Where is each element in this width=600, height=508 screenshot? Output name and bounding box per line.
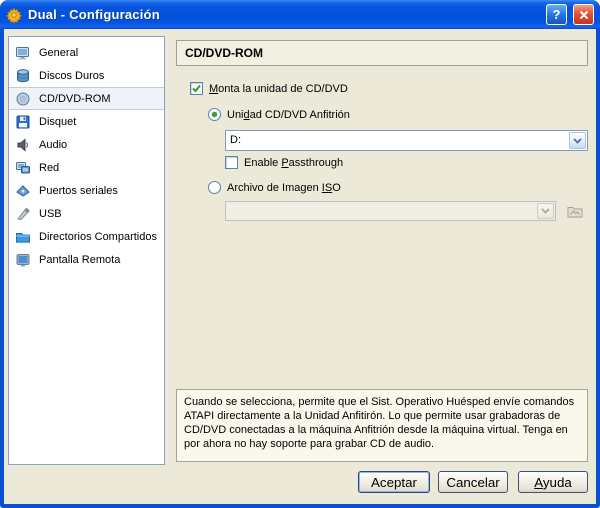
sidebar-item-directorios-compartidos[interactable]: Directorios Compartidos (9, 225, 164, 248)
floppy-icon (15, 114, 31, 130)
host-drive-row: Unidad CD/DVD Anfitrión (208, 108, 350, 121)
chevron-down-icon (573, 138, 582, 144)
sidebar-item-label: Directorios Compartidos (39, 231, 157, 243)
sidebar-item-label: Red (39, 162, 59, 174)
hard-disks-icon (15, 68, 31, 84)
iso-image-radio[interactable] (208, 181, 221, 194)
settings-dialog: Dual - Configuración ? General Discos Du… (0, 0, 600, 508)
host-drive-dropdown-button[interactable] (569, 132, 586, 149)
chevron-down-icon (541, 208, 550, 214)
sidebar-item-red[interactable]: Red (9, 156, 164, 179)
host-drive-radio[interactable] (208, 108, 221, 121)
host-drive-combobox[interactable]: D: (225, 130, 588, 151)
sidebar-item-pantalla-remota[interactable]: Pantalla Remota (9, 248, 164, 271)
network-icon (15, 160, 31, 176)
sidebar-item-discos-duros[interactable]: Discos Duros (9, 64, 164, 87)
cancel-button[interactable]: Cancelar (438, 471, 508, 493)
select-iso-button[interactable] (564, 200, 586, 221)
sidebar-item-puertos-seriales[interactable]: Puertos seriales (9, 179, 164, 202)
sidebar-item-general[interactable]: General (9, 41, 164, 64)
passthrough-row: Enable Passthrough (225, 156, 343, 169)
sidebar-item-label: Pantalla Remota (39, 254, 120, 266)
iso-image-row: Archivo de Imagen ISO (208, 181, 341, 194)
cd-disc-icon (15, 91, 31, 107)
sidebar-item-label: Discos Duros (39, 70, 104, 82)
host-drive-label[interactable]: Unidad CD/DVD Anfitrión (227, 109, 350, 121)
iso-dropdown-button (537, 203, 554, 219)
sidebar-item-label: Audio (39, 139, 67, 151)
question-icon: ? (553, 7, 561, 22)
sidebar-item-cd-dvd-rom[interactable]: CD/DVD-ROM (9, 87, 164, 110)
passthrough-checkbox[interactable] (225, 156, 238, 169)
page-title: CD/DVD-ROM (176, 40, 588, 66)
sidebar-item-label: USB (39, 208, 62, 220)
settings-category-list: General Discos Duros CD/DVD-ROM Disquet … (8, 36, 165, 465)
iso-image-combobox (225, 201, 556, 221)
sidebar-item-label: Disquet (39, 116, 76, 128)
close-button[interactable] (573, 4, 594, 25)
sidebar-item-disquet[interactable]: Disquet (9, 110, 164, 133)
host-drive-value: D: (230, 131, 567, 150)
mount-cd-checkbox[interactable] (190, 82, 203, 95)
help-button[interactable]: Ayuda (518, 471, 588, 493)
sidebar-item-label: General (39, 47, 78, 59)
sidebar-item-usb[interactable]: USB (9, 202, 164, 225)
speaker-icon (15, 137, 31, 153)
sidebar-item-label: Puertos seriales (39, 185, 118, 197)
window-title: Dual - Configuración (28, 7, 540, 22)
remote-display-icon (15, 252, 31, 268)
mount-cd-label[interactable]: Monta la unidad de CD/DVD (209, 83, 348, 95)
accept-button[interactable]: Aceptar (358, 471, 430, 493)
usb-plug-icon (15, 206, 31, 222)
iso-image-label[interactable]: Archivo de Imagen ISO (227, 182, 341, 194)
passthrough-label[interactable]: Enable Passthrough (244, 157, 343, 169)
sidebar-item-label: CD/DVD-ROM (39, 93, 111, 105)
computer-icon (15, 45, 31, 61)
serial-port-icon (15, 183, 31, 199)
titlebar[interactable]: Dual - Configuración ? (0, 0, 600, 29)
info-text: Cuando se selecciona, permite que el Sis… (176, 389, 588, 462)
close-icon (579, 10, 589, 20)
folder-image-icon (566, 203, 584, 219)
sidebar-item-audio[interactable]: Audio (9, 133, 164, 156)
check-icon (191, 83, 202, 94)
mount-cd-row: Monta la unidad de CD/DVD (190, 82, 348, 95)
shared-folder-icon (15, 229, 31, 245)
help-titlebar-button[interactable]: ? (546, 4, 567, 25)
app-gear-icon[interactable] (6, 7, 22, 23)
